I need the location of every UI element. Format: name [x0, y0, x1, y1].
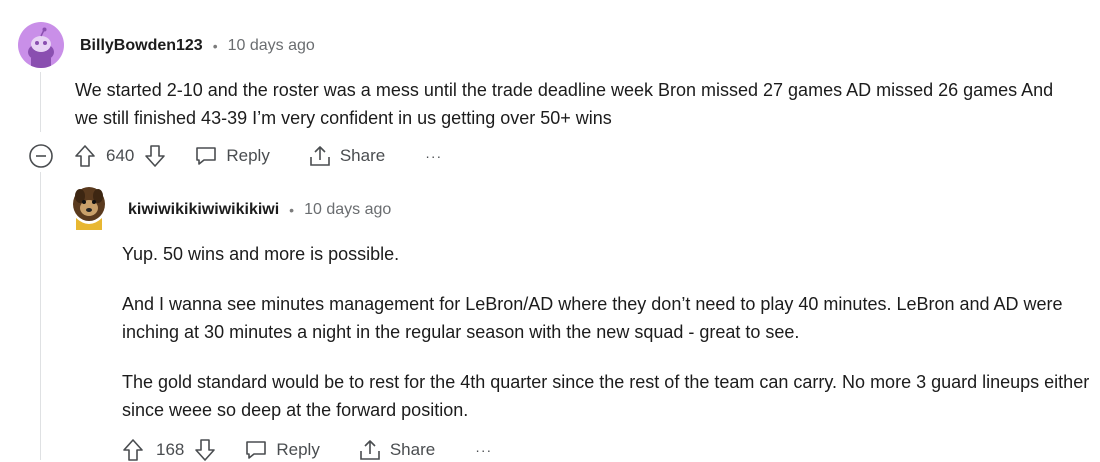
reply-button[interactable]: Reply — [194, 145, 270, 167]
snoo-avatar-icon — [28, 27, 54, 68]
comment-body: Yup. 50 wins and more is possible. And I… — [122, 240, 1092, 424]
share-label: Share — [339, 146, 386, 165]
dog-avatar-icon — [73, 187, 105, 230]
more-dots-icon: ··· — [425, 148, 443, 164]
more-options-button[interactable]: ··· — [425, 148, 442, 164]
speech-bubble-icon — [196, 147, 217, 165]
comment-paragraph: The gold standard would be to rest for t… — [122, 372, 1090, 420]
comment-header: kiwiwikikiwiwikikiwi • 10 days ago — [128, 201, 391, 219]
comment-paragraph: We started 2-10 and the roster was a mes… — [75, 80, 1054, 128]
share-upload-icon — [310, 146, 330, 166]
upvote-button[interactable] — [122, 438, 144, 462]
username[interactable]: BillyBowden123 — [80, 37, 203, 55]
downvote-button[interactable] — [194, 438, 216, 462]
upvote-button[interactable] — [74, 144, 96, 168]
downvote-arrow-icon — [145, 145, 166, 167]
vote-count: 168 — [156, 440, 185, 459]
reply-button[interactable]: Reply — [244, 439, 320, 461]
share-button[interactable]: Share — [308, 144, 385, 168]
separator-dot: • — [212, 38, 218, 54]
more-options-button[interactable]: ··· — [475, 442, 492, 458]
upvote-arrow-icon — [123, 439, 143, 461]
reply-label: Reply — [226, 146, 270, 165]
comment-actions: 640 Reply Share ··· — [28, 143, 442, 169]
avatar[interactable] — [70, 184, 108, 230]
avatar[interactable] — [18, 22, 64, 68]
comment-header: BillyBowden123 • 10 days ago — [80, 37, 315, 55]
share-upload-icon — [360, 440, 380, 460]
downvote-button[interactable] — [144, 144, 166, 168]
separator-dot: • — [289, 202, 295, 218]
thread-line[interactable] — [40, 172, 41, 460]
reply-label: Reply — [276, 440, 320, 459]
collapse-button[interactable] — [28, 143, 54, 169]
speech-bubble-icon — [246, 441, 267, 459]
comment-paragraph: And I wanna see minutes management for L… — [122, 294, 1063, 342]
upvote-arrow-icon — [75, 145, 95, 167]
username[interactable]: kiwiwikikiwiwikikiwi — [128, 201, 279, 219]
comment-actions: 168 Reply Share ··· — [122, 438, 492, 462]
timestamp[interactable]: 10 days ago — [228, 37, 315, 55]
collapse-minus-icon — [29, 144, 53, 168]
downvote-arrow-icon — [195, 439, 216, 461]
share-button[interactable]: Share — [358, 438, 435, 462]
comment-paragraph: Yup. 50 wins and more is possible. — [122, 244, 400, 264]
vote-count: 640 — [106, 146, 135, 165]
thread-line[interactable] — [40, 72, 41, 132]
timestamp[interactable]: 10 days ago — [304, 201, 391, 219]
comment-body: We started 2-10 and the roster was a mes… — [75, 76, 1075, 132]
share-label: Share — [389, 440, 436, 459]
more-dots-icon: ··· — [475, 442, 493, 458]
